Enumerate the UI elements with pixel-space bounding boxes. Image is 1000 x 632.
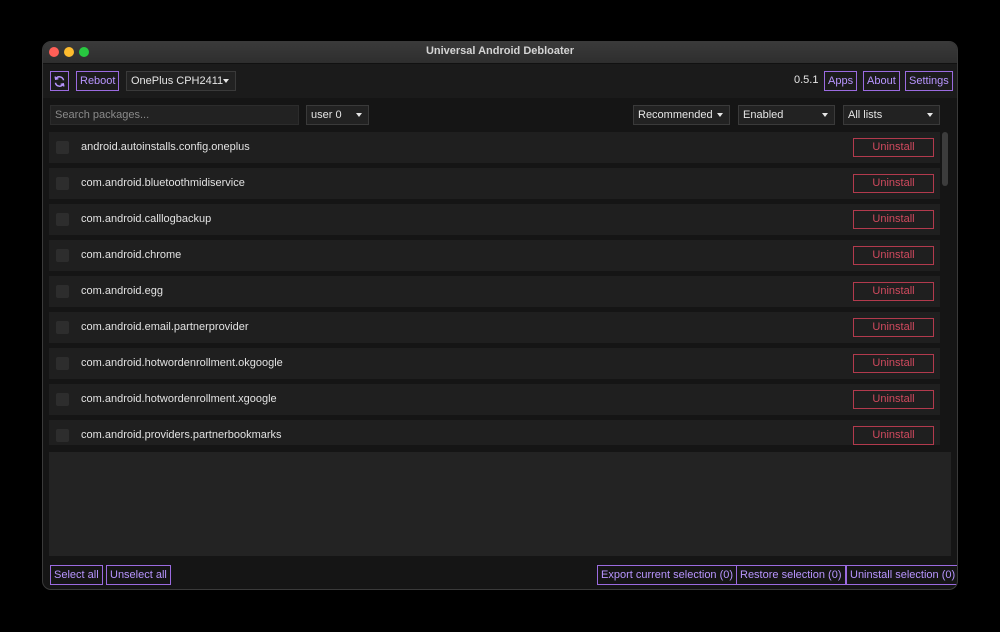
refresh-button[interactable] [50,71,69,91]
user-select[interactable]: user 0 [306,105,369,125]
state-select[interactable]: Enabled [738,105,835,125]
package-checkbox[interactable] [56,321,69,334]
apps-button[interactable]: Apps [824,71,858,91]
package-name: com.android.egg [81,285,163,297]
package-row[interactable]: com.android.egg Uninstall [49,276,940,307]
chevron-down-icon [356,113,362,117]
chevron-down-icon [822,113,828,117]
search-input[interactable] [50,105,299,125]
chevron-down-icon [927,113,933,117]
package-name: com.android.bluetoothmidiservice [81,177,245,189]
removal-select[interactable]: Recommended [633,105,730,125]
package-row[interactable]: com.android.providers.partnerbookmarks U… [49,420,940,445]
package-row[interactable]: com.android.hotwordenrollment.okgoogle U… [49,348,940,379]
window-title: Universal Android Debloater [425,45,575,57]
list-select[interactable]: All lists [843,105,940,125]
package-name: com.android.calllogbackup [81,213,212,225]
bottom-bar: Select all Unselect all Export current s… [43,560,957,589]
uninstall-button[interactable]: Uninstall [853,138,934,157]
uninstall-button[interactable]: Uninstall [853,426,934,445]
chevron-down-icon [717,113,723,117]
package-name: com.android.chrome [81,249,182,261]
list-select-value: All lists [848,109,883,121]
state-select-value: Enabled [743,109,784,121]
export-selection-button[interactable]: Export current selection (0) [597,565,738,585]
removal-select-value: Recommended [638,109,713,121]
package-row[interactable]: com.android.chrome Uninstall [49,240,940,271]
chevron-down-icon [223,79,229,83]
package-checkbox[interactable] [56,285,69,298]
package-name: com.android.providers.partnerbookmarks [81,429,282,441]
uninstall-button[interactable]: Uninstall [853,354,934,373]
about-button[interactable]: About [863,71,900,91]
uninstall-button[interactable]: Uninstall [853,282,934,301]
package-name: android.autoinstalls.config.oneplus [81,141,250,153]
package-checkbox[interactable] [56,249,69,262]
package-row[interactable]: com.android.hotwordenrollment.xgoogle Un… [49,384,940,415]
app-window: Universal Android Debloater Reboot OnePl… [42,41,958,590]
package-row[interactable]: com.android.bluetoothmidiservice Uninsta… [49,168,940,199]
package-checkbox[interactable] [56,393,69,406]
package-row[interactable]: com.android.email.partnerprovider Uninst… [49,312,940,343]
package-description-panel [49,452,951,556]
package-checkbox[interactable] [56,177,69,190]
package-checkbox[interactable] [56,213,69,226]
restore-selection-button[interactable]: Restore selection (0) [736,565,846,585]
reboot-button[interactable]: Reboot [76,71,120,91]
uninstall-button[interactable]: Uninstall [853,318,934,337]
user-select-value: user 0 [311,109,342,121]
package-name: com.android.email.partnerprovider [81,321,249,333]
uninstall-button[interactable]: Uninstall [853,174,934,193]
package-name: com.android.hotwordenrollment.okgoogle [81,357,283,369]
toolbar: Reboot OnePlus CPH2411 0.5.1 Apps About … [43,64,957,98]
package-row[interactable]: com.android.calllogbackup Uninstall [49,204,940,235]
package-row[interactable]: android.autoinstalls.config.oneplus Unin… [49,132,940,163]
title-bar: Universal Android Debloater [43,42,957,64]
refresh-icon [54,75,65,87]
uninstall-button[interactable]: Uninstall [853,210,934,229]
uninstall-button[interactable]: Uninstall [853,246,934,265]
package-checkbox[interactable] [56,429,69,442]
list-scrollbar[interactable] [942,132,948,186]
uninstall-button[interactable]: Uninstall [853,390,934,409]
device-select-value: OnePlus CPH2411 [131,75,224,87]
settings-button[interactable]: Settings [905,71,953,91]
select-all-button[interactable]: Select all [50,565,103,585]
package-name: com.android.hotwordenrollment.xgoogle [81,393,277,405]
device-select[interactable]: OnePlus CPH2411 [126,71,236,91]
package-checkbox[interactable] [56,141,69,154]
package-list: android.autoinstalls.config.oneplus Unin… [49,132,940,445]
package-checkbox[interactable] [56,357,69,370]
version-label: 0.5.1 [794,74,819,86]
unselect-all-button[interactable]: Unselect all [106,565,171,585]
uninstall-selection-button[interactable]: Uninstall selection (0) [846,565,957,585]
